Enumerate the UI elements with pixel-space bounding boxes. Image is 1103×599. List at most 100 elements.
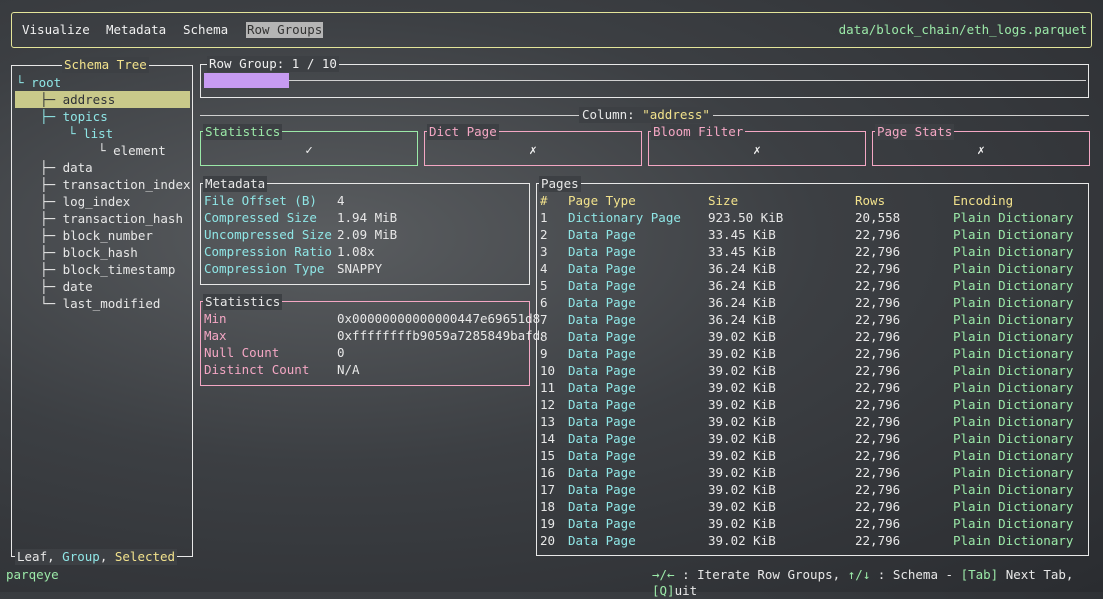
table-cell: 22,796 — [855, 363, 901, 378]
table-cell: 22,796 — [855, 516, 901, 531]
table-cell: 7 — [540, 312, 548, 327]
schema-tree-title: Schema Tree — [62, 57, 149, 73]
table-cell: Data Page — [568, 346, 636, 361]
tree-branch: ├─ — [40, 228, 63, 243]
kv-value: 0x00000000000000447e69651d8 — [337, 311, 541, 326]
flag-title: Statistics — [203, 124, 283, 140]
pages-col-header: Encoding — [953, 193, 1014, 208]
tree-node-block-hash[interactable]: ├─ block_hash — [40, 244, 138, 261]
row-group-progress-bar[interactable] — [204, 73, 289, 88]
table-cell: 2 — [540, 227, 548, 242]
hint-text: : Iterate Row Groups, — [674, 567, 848, 582]
tab-row-groups[interactable]: Row Groups — [246, 22, 324, 38]
table-cell: 20 — [540, 533, 556, 548]
table-cell: Plain Dictionary — [953, 312, 1074, 327]
check-icon: ✓ — [305, 142, 313, 157]
table-cell: Data Page — [568, 397, 636, 412]
tab-metadata[interactable]: Metadata — [106, 22, 166, 38]
table-cell: 39.02 KiB — [708, 516, 776, 531]
table-cell: 15 — [540, 448, 556, 463]
table-cell: Plain Dictionary — [953, 244, 1074, 259]
tree-node-last-modified[interactable]: └─ last_modified — [40, 295, 160, 312]
table-cell: 39.02 KiB — [708, 465, 776, 480]
table-cell: Dictionary Page — [568, 210, 681, 225]
table-cell: Data Page — [568, 312, 636, 327]
top-tab-bar: Visualize Metadata Schema Row Groups dat… — [11, 12, 1092, 48]
hint-keys-quit: [Q] — [652, 583, 675, 598]
table-cell: Plain Dictionary — [953, 448, 1074, 463]
tree-node-list[interactable]: └ list — [68, 125, 113, 142]
table-cell: 39.02 KiB — [708, 448, 776, 463]
kv-key: Min — [204, 311, 227, 326]
table-cell: 22,796 — [855, 482, 901, 497]
app-name: parqeye — [6, 567, 59, 582]
tree-node-topics[interactable]: ├─ topics — [40, 108, 108, 125]
pages-col-header: Page Type — [568, 193, 636, 208]
tree-node-block-number[interactable]: ├─ block_number — [40, 227, 153, 244]
table-cell: 16 — [540, 465, 556, 480]
table-cell: 22,796 — [855, 465, 901, 480]
kv-value: 0 — [337, 345, 345, 360]
tree-node-data[interactable]: ├─ data — [40, 159, 93, 176]
table-cell: Plain Dictionary — [953, 516, 1074, 531]
tree-legend: Leaf, Group, Selected — [15, 549, 178, 565]
tree-node-block-timestamp[interactable]: ├─ block_timestamp — [40, 261, 175, 278]
table-cell: Plain Dictionary — [953, 380, 1074, 395]
tree-branch: └ — [98, 143, 114, 158]
tree-node-log-index[interactable]: ├─ log_index — [40, 193, 130, 210]
table-cell: Data Page — [568, 431, 636, 446]
tree-node-label: topics — [62, 109, 108, 124]
flag-bloom-filter: Bloom Filter ✗ — [648, 124, 866, 166]
kv-value: SNAPPY — [337, 261, 383, 276]
tree-node-element[interactable]: └ element — [98, 142, 166, 159]
table-cell: 22,796 — [855, 397, 901, 412]
tree-node-root[interactable]: └ root — [16, 74, 61, 91]
table-cell: 39.02 KiB — [708, 414, 776, 429]
kv-value: 1.94 MiB — [337, 210, 398, 225]
tab-schema[interactable]: Schema — [183, 22, 228, 38]
pages-col-header: # — [540, 193, 548, 208]
table-cell: Data Page — [568, 465, 636, 480]
table-cell: Data Page — [568, 295, 636, 310]
kv-value: 4 — [337, 193, 345, 208]
tab-visualize[interactable]: Visualize — [22, 22, 90, 38]
kv-key: Uncompressed Size — [204, 227, 332, 242]
table-cell: Plain Dictionary — [953, 363, 1074, 378]
table-cell: Data Page — [568, 227, 636, 242]
table-cell: 39.02 KiB — [708, 482, 776, 497]
kv-key: Compression Type — [204, 261, 325, 276]
table-cell: Plain Dictionary — [953, 329, 1074, 344]
kv-key: Compression Ratio — [204, 244, 332, 259]
tree-branch: ├─ — [40, 177, 63, 192]
column-title: Column: "address" — [579, 107, 713, 123]
table-cell: 11 — [540, 380, 556, 395]
table-cell: Plain Dictionary — [953, 414, 1074, 429]
legend-separator: , — [99, 549, 115, 564]
tree-node-transaction-hash[interactable]: ├─ transaction_hash — [40, 210, 183, 227]
table-cell: 19 — [540, 516, 556, 531]
kv-key: Compressed Size — [204, 210, 317, 225]
tree-node-label: list — [83, 126, 114, 141]
table-cell: 5 — [540, 278, 548, 293]
table-cell: 33.45 KiB — [708, 244, 776, 259]
table-cell: 22,796 — [855, 261, 901, 276]
table-cell: 22,796 — [855, 431, 901, 446]
table-cell: Plain Dictionary — [953, 278, 1074, 293]
cross-icon: ✗ — [753, 142, 761, 157]
tree-node-label: block_timestamp — [62, 262, 176, 277]
column-name: "address" — [642, 107, 710, 122]
tree-node-address[interactable]: ├─ address — [15, 91, 190, 108]
tree-node-label: transaction_index — [62, 177, 191, 192]
flag-title: Bloom Filter — [651, 124, 746, 140]
table-cell: 6 — [540, 295, 548, 310]
flag-statistics: Statistics ✓ — [200, 124, 418, 166]
table-cell: Plain Dictionary — [953, 397, 1074, 412]
legend-selected: Selected — [114, 549, 176, 564]
flag-dict-page: Dict Page ✗ — [424, 124, 642, 166]
table-cell: 22,796 — [855, 244, 901, 259]
table-cell: 39.02 KiB — [708, 329, 776, 344]
table-cell: 923.50 KiB — [708, 210, 784, 225]
tree-node-transaction-index[interactable]: ├─ transaction_index — [40, 176, 191, 193]
table-cell: 36.24 KiB — [708, 278, 776, 293]
tree-node-date[interactable]: ├─ date — [40, 278, 93, 295]
